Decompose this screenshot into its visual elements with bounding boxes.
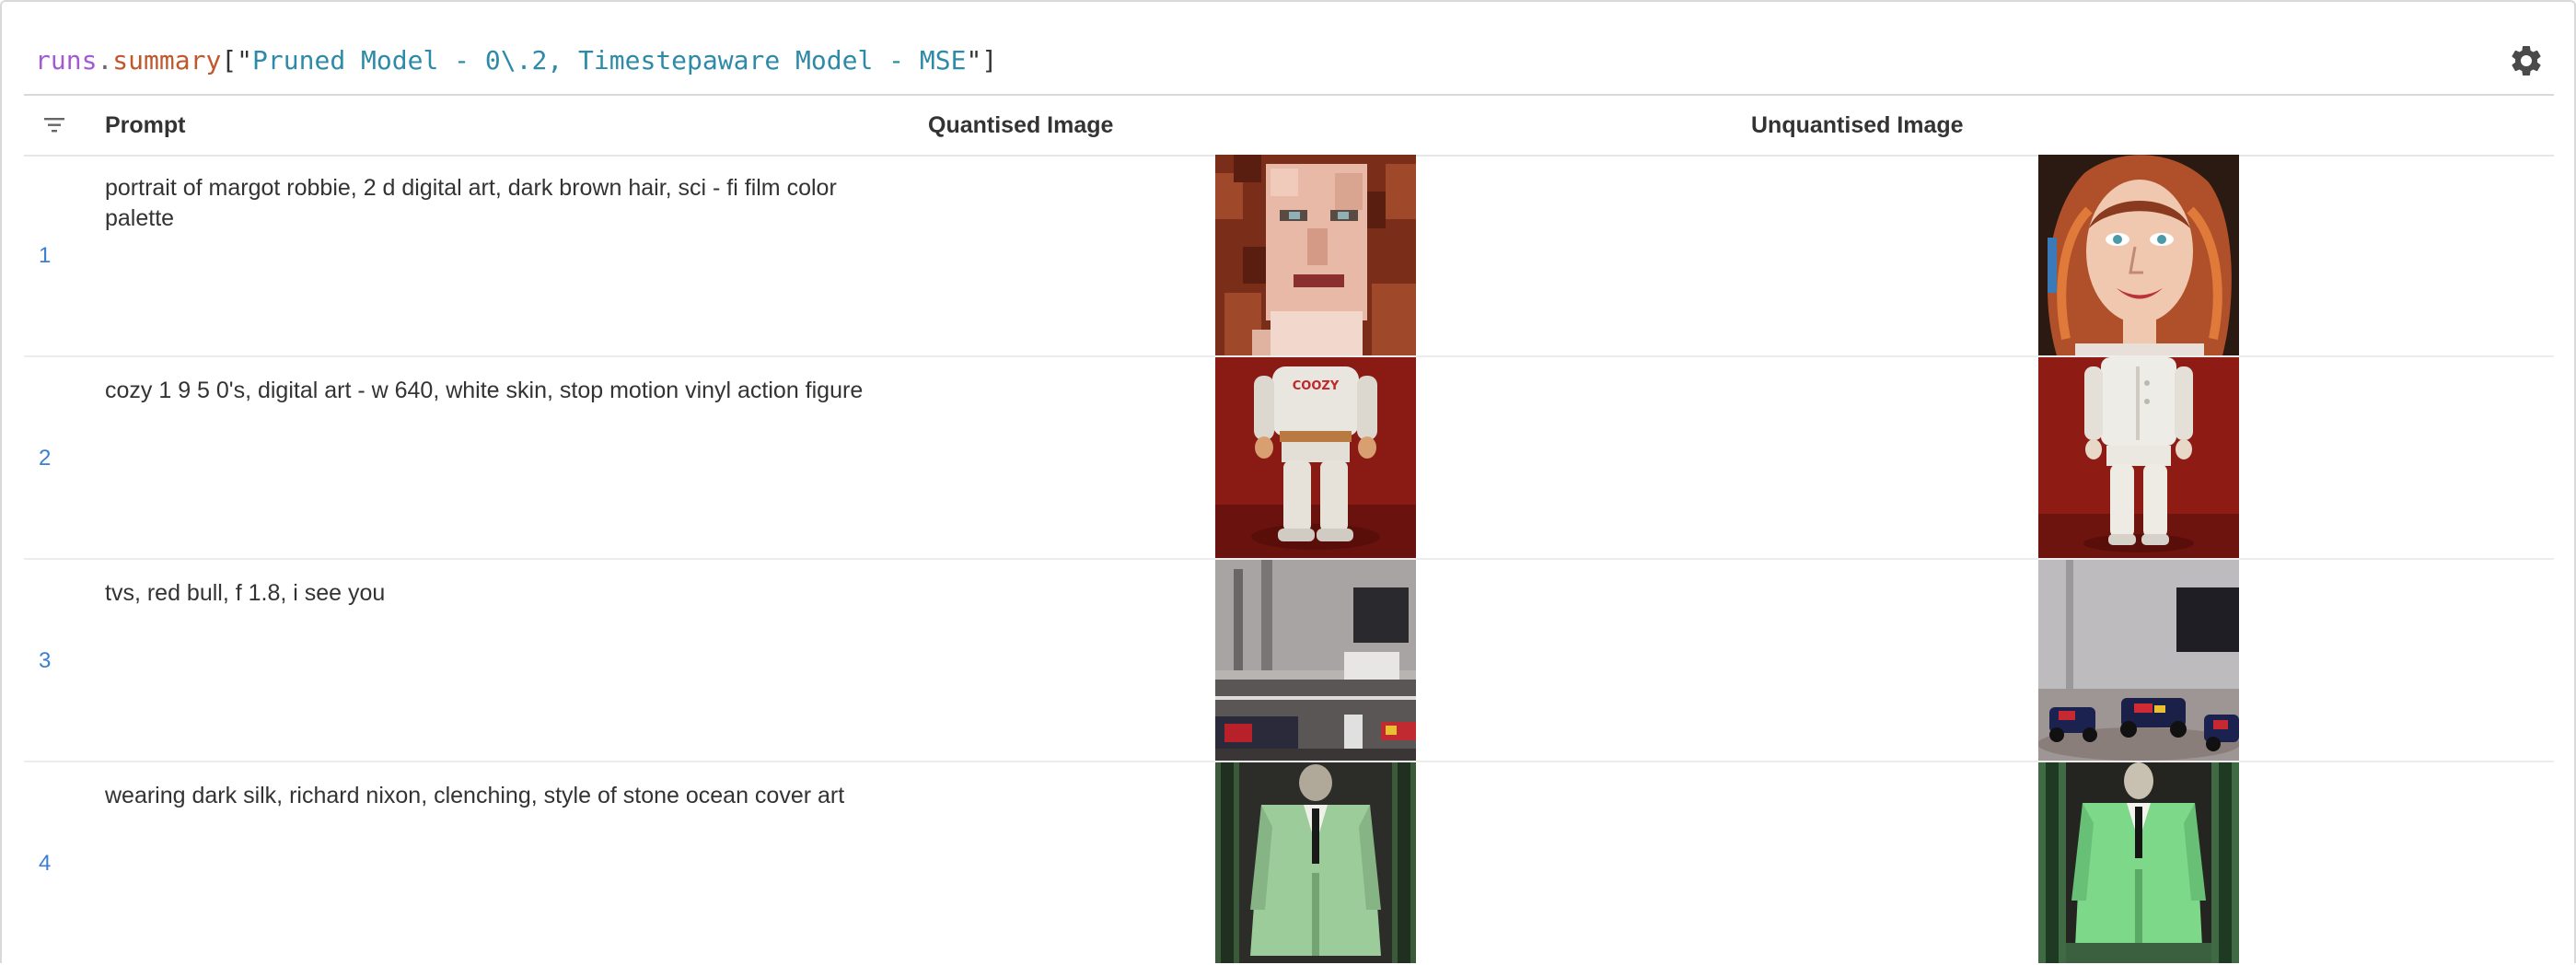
column-header-prompt[interactable]: Prompt (105, 112, 186, 139)
query-close-bracket: "] (966, 45, 998, 76)
row-number: 1 (39, 243, 52, 268)
query-property: summary (112, 45, 222, 76)
row-number: 2 (39, 446, 52, 471)
filter-icon[interactable] (42, 114, 66, 136)
prompt-cell: tvs, red bull, f 1.8, i see you (105, 580, 386, 606)
table-row[interactable]: 3 tvs, red bull, f 1.8, i see you (24, 560, 2554, 762)
prompt-cell: wearing dark silk, richard nixon, clench… (105, 783, 845, 808)
table-panel: runs.summary["Pruned Model - 0\.2, Times… (0, 0, 2576, 963)
query-open-bracket: [" (221, 45, 253, 76)
quantised-image[interactable] (1215, 155, 1416, 355)
column-header-quantised-image[interactable]: Quantised Image (928, 112, 1113, 139)
unquantised-image[interactable] (2038, 560, 2239, 761)
unquantised-image[interactable] (2038, 357, 2239, 558)
unquantised-image[interactable] (2038, 762, 2239, 963)
query-object: runs (35, 45, 98, 76)
query-expression[interactable]: runs.summary["Pruned Model - 0\.2, Times… (35, 42, 997, 79)
gear-icon[interactable] (2508, 42, 2545, 79)
quantised-image[interactable] (1215, 560, 1416, 761)
table-row[interactable]: 2 cozy 1 9 5 0's, digital art - w 640, w… (24, 357, 2554, 560)
query-key: Pruned Model - 0\.2, Timestepaware Model… (252, 45, 967, 76)
quantised-image[interactable] (1215, 762, 1416, 963)
row-number: 3 (39, 648, 52, 673)
table-row[interactable]: 4 wearing dark silk, richard nixon, clen… (24, 762, 2554, 963)
unquantised-image[interactable] (2038, 155, 2239, 355)
prompt-cell: portrait of margot robbie, 2 d digital a… (105, 175, 837, 231)
shirt-text: COOZY (1293, 379, 1340, 393)
column-header-unquantised-image[interactable]: Unquantised Image (1751, 112, 1964, 139)
query-dot: . (97, 45, 113, 76)
row-number: 4 (39, 851, 52, 876)
table-header: Prompt Quantised Image Unquantised Image (24, 94, 2554, 157)
table-row[interactable]: 1 portrait of margot robbie, 2 d digital… (24, 155, 2554, 357)
prompt-cell: cozy 1 9 5 0's, digital art - w 640, whi… (105, 378, 864, 403)
quantised-image[interactable]: COOZY (1215, 357, 1416, 558)
